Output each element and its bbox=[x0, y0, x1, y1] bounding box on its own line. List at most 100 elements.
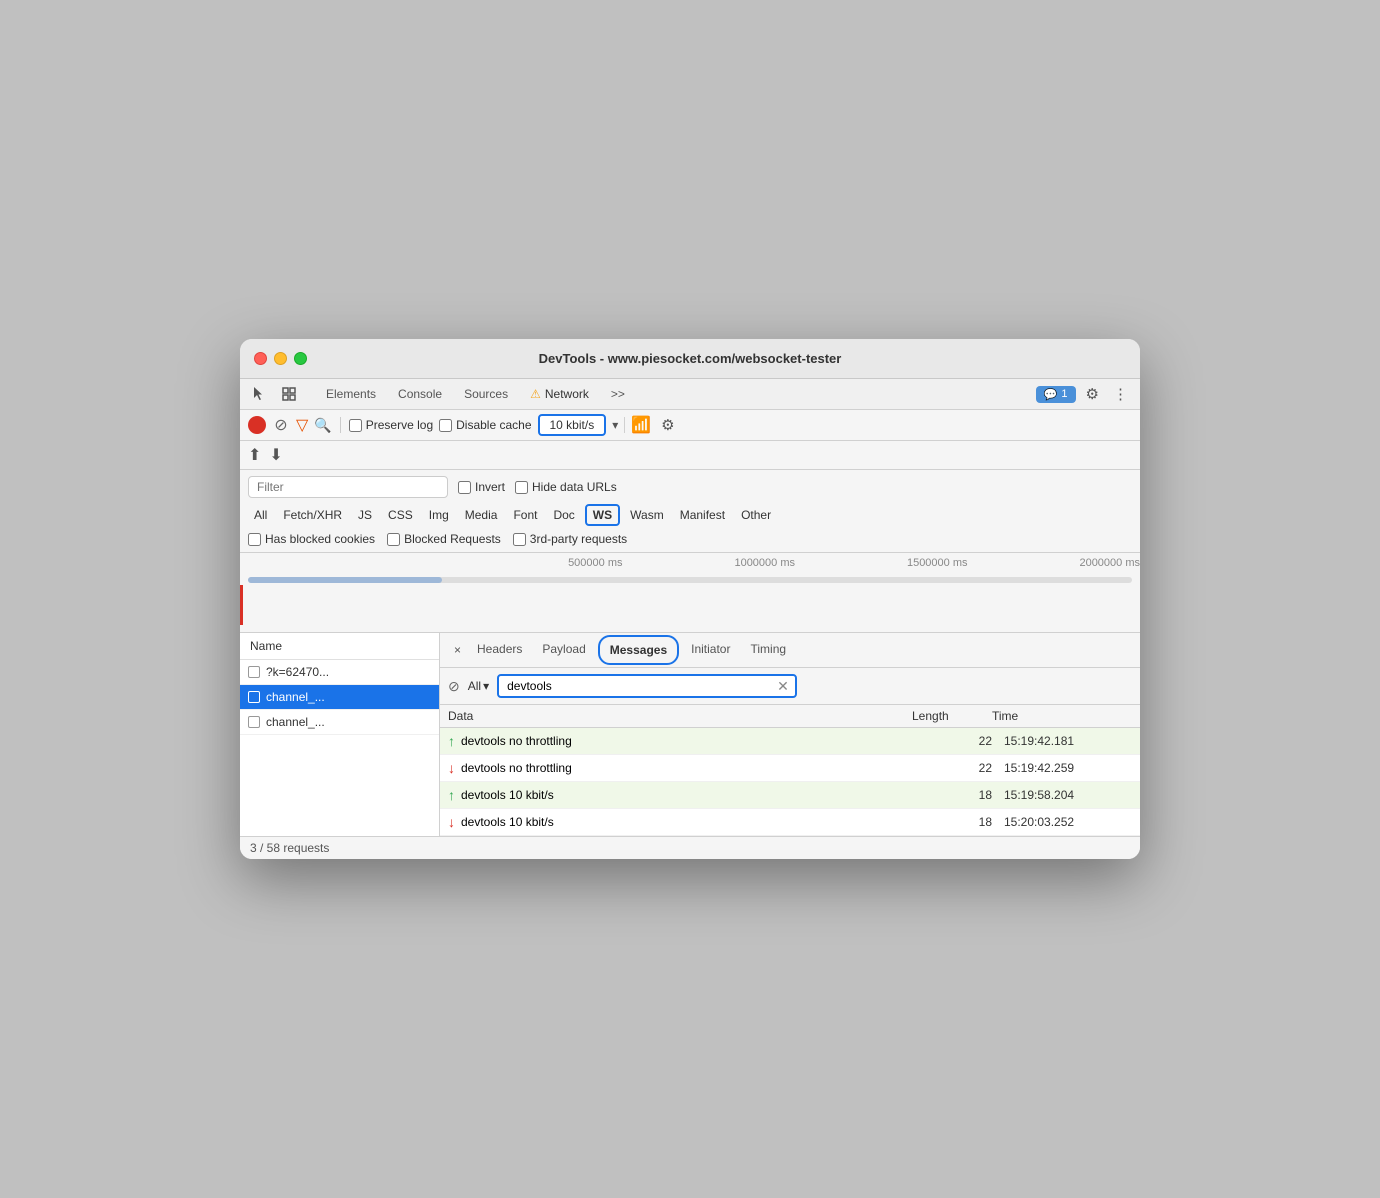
disable-cache-label[interactable]: Disable cache bbox=[439, 418, 531, 432]
preserve-log-text: Preserve log bbox=[366, 418, 433, 432]
record-button[interactable] bbox=[248, 416, 266, 434]
upload-button[interactable]: ⬆ bbox=[248, 445, 261, 465]
filter-dropdown[interactable]: All ▾ bbox=[468, 679, 489, 693]
wifi-icon: 📶 bbox=[631, 415, 651, 435]
type-css[interactable]: CSS bbox=[382, 506, 419, 524]
separator-2 bbox=[624, 417, 625, 433]
req-checkbox-0[interactable] bbox=[248, 666, 260, 678]
minimize-button[interactable] bbox=[274, 352, 287, 365]
message-row-0[interactable]: ↑ devtools no throttling 22 15:19:42.181 bbox=[440, 728, 1140, 755]
name-col-header: Name bbox=[240, 633, 439, 660]
req-checkbox-1[interactable] bbox=[248, 691, 260, 703]
maximize-button[interactable] bbox=[294, 352, 307, 365]
message-row-1[interactable]: ↓ devtools no throttling 22 15:19:42.259 bbox=[440, 755, 1140, 782]
invert-label[interactable]: Invert bbox=[458, 480, 505, 494]
filter-button[interactable]: ▽ bbox=[296, 415, 308, 435]
titlebar: DevTools - www.piesocket.com/websocket-t… bbox=[240, 339, 1140, 379]
request-item-0[interactable]: ?k=62470... bbox=[240, 660, 439, 685]
timeline-label-2: 1000000 ms bbox=[623, 557, 796, 569]
preserve-log-checkbox[interactable] bbox=[349, 419, 362, 432]
third-party-checkbox[interactable] bbox=[513, 533, 526, 546]
message-row-2[interactable]: ↑ devtools 10 kbit/s 18 15:19:58.204 bbox=[440, 782, 1140, 809]
messages-filter-bar: ⊘ All ▾ ✕ bbox=[440, 668, 1140, 705]
req-tab-initiator[interactable]: Initiator bbox=[681, 636, 740, 664]
download-button[interactable]: ⬇ bbox=[269, 445, 282, 465]
disable-cache-checkbox[interactable] bbox=[439, 419, 452, 432]
type-manifest[interactable]: Manifest bbox=[674, 506, 731, 524]
blocked-requests-text: Blocked Requests bbox=[404, 532, 501, 546]
req-name-1: channel_... bbox=[266, 690, 325, 704]
req-tab-x[interactable]: × bbox=[448, 637, 467, 663]
type-ws[interactable]: WS bbox=[585, 504, 620, 526]
timeline-label-4: 2000000 ms bbox=[968, 557, 1141, 569]
type-js[interactable]: JS bbox=[352, 506, 378, 524]
blocked-cookies-checkbox[interactable] bbox=[248, 533, 261, 546]
blocked-requests-label[interactable]: Blocked Requests bbox=[387, 532, 501, 546]
inspect-icon[interactable] bbox=[278, 383, 300, 405]
msg-time-0: 15:19:42.181 bbox=[992, 734, 1132, 748]
cursor-icon[interactable] bbox=[248, 383, 270, 405]
feedback-badge-button[interactable]: 💬 1 bbox=[1036, 386, 1076, 403]
no-entry-icon: ⊘ bbox=[448, 678, 460, 695]
timeline-section: 500000 ms 1000000 ms 1500000 ms 2000000 … bbox=[240, 553, 1140, 633]
invert-checkbox[interactable] bbox=[458, 481, 471, 494]
type-font[interactable]: Font bbox=[507, 506, 543, 524]
req-name-0: ?k=62470... bbox=[266, 665, 329, 679]
arrow-up-icon-2: ↑ bbox=[448, 787, 455, 803]
type-fetch-xhr[interactable]: Fetch/XHR bbox=[277, 506, 348, 524]
throttle-dropdown[interactable]: ▾ bbox=[612, 418, 618, 432]
col-length: Length bbox=[912, 709, 992, 723]
request-item-2[interactable]: channel_... bbox=[240, 710, 439, 735]
blocked-requests-checkbox[interactable] bbox=[387, 533, 400, 546]
timeline-labels: 500000 ms 1000000 ms 1500000 ms 2000000 … bbox=[240, 553, 1140, 573]
req-name-2: channel_... bbox=[266, 715, 325, 729]
hide-data-urls-checkbox[interactable] bbox=[515, 481, 528, 494]
dropdown-arrow-icon: ▾ bbox=[483, 679, 489, 693]
throttle-button[interactable]: 10 kbit/s bbox=[538, 414, 607, 436]
msg-text-0: devtools no throttling bbox=[461, 734, 572, 748]
separator-1 bbox=[340, 417, 341, 433]
hide-data-urls-label[interactable]: Hide data URLs bbox=[515, 480, 617, 494]
req-checkbox-2[interactable] bbox=[248, 716, 260, 728]
type-filters: All Fetch/XHR JS CSS Img Media Font Doc … bbox=[248, 504, 1132, 526]
filter-input[interactable] bbox=[248, 476, 448, 498]
third-party-label[interactable]: 3rd-party requests bbox=[513, 532, 627, 546]
preserve-log-label[interactable]: Preserve log bbox=[349, 418, 433, 432]
type-wasm[interactable]: Wasm bbox=[624, 506, 670, 524]
msg-data-1: ↓ devtools no throttling bbox=[448, 760, 912, 776]
settings-button[interactable]: ⚙ bbox=[1082, 383, 1103, 405]
tab-console[interactable]: Console bbox=[388, 383, 452, 405]
traffic-lights bbox=[254, 352, 307, 365]
content-area: Name ?k=62470... channel_... channel_... bbox=[240, 633, 1140, 836]
req-tab-timing[interactable]: Timing bbox=[740, 636, 796, 664]
clear-button[interactable]: ⊘ bbox=[272, 416, 290, 434]
network-settings-button[interactable]: ⚙ bbox=[657, 414, 678, 436]
clear-search-button[interactable]: ✕ bbox=[777, 678, 789, 695]
tab-network[interactable]: ⚠ Network bbox=[520, 383, 599, 405]
search-button[interactable]: 🔍 bbox=[314, 417, 331, 434]
filter-row2: Has blocked cookies Blocked Requests 3rd… bbox=[248, 532, 1132, 546]
timeline-filled bbox=[248, 577, 442, 583]
msg-text-3: devtools 10 kbit/s bbox=[461, 815, 554, 829]
type-img[interactable]: Img bbox=[423, 506, 455, 524]
arrow-down-icon-1: ↓ bbox=[448, 760, 455, 776]
tab-sources[interactable]: Sources bbox=[454, 383, 518, 405]
message-row-3[interactable]: ↓ devtools 10 kbit/s 18 15:20:03.252 bbox=[440, 809, 1140, 836]
type-media[interactable]: Media bbox=[459, 506, 504, 524]
type-doc[interactable]: Doc bbox=[547, 506, 580, 524]
request-item-1[interactable]: channel_... bbox=[240, 685, 439, 710]
type-other[interactable]: Other bbox=[735, 506, 777, 524]
blocked-cookies-label[interactable]: Has blocked cookies bbox=[248, 532, 375, 546]
tab-elements[interactable]: Elements bbox=[316, 383, 386, 405]
messages-search-input[interactable] bbox=[497, 674, 797, 698]
timeline-bar-container[interactable] bbox=[240, 573, 1140, 587]
req-tab-payload[interactable]: Payload bbox=[532, 636, 595, 664]
tab-more[interactable]: >> bbox=[601, 383, 635, 405]
more-button[interactable]: ⋮ bbox=[1109, 383, 1132, 405]
req-tab-messages[interactable]: Messages bbox=[598, 635, 679, 665]
req-tab-headers[interactable]: Headers bbox=[467, 636, 532, 664]
msg-text-1: devtools no throttling bbox=[461, 761, 572, 775]
type-all[interactable]: All bbox=[248, 506, 273, 524]
msg-length-1: 22 bbox=[912, 761, 992, 775]
close-button[interactable] bbox=[254, 352, 267, 365]
